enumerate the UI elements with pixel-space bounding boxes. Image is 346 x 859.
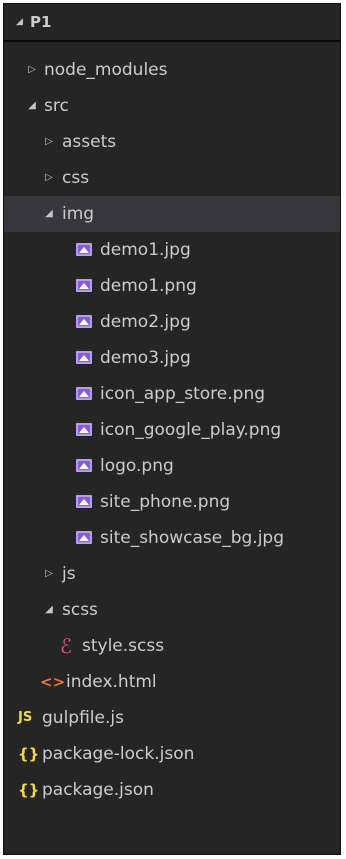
tree-item-demo1-jpg[interactable]: demo1.jpg <box>4 232 340 268</box>
tree-item-site-phone-png[interactable]: site_phone.png <box>4 484 340 520</box>
tree-item-label: node_modules <box>44 60 168 80</box>
tree-item-package-json[interactable]: {} package.json <box>4 772 340 808</box>
tree-item-gulpfile-js[interactable]: JS gulpfile.js <box>4 700 340 736</box>
tree-item-label: demo1.png <box>100 276 197 296</box>
tree-item-demo3-jpg[interactable]: demo3.jpg <box>4 340 340 376</box>
tree-item-label: js <box>62 564 76 584</box>
tree-item-label: css <box>62 168 90 188</box>
tree-item-demo2-jpg[interactable]: demo2.jpg <box>4 304 340 340</box>
tree-item-package-lock-json[interactable]: {} package-lock.json <box>4 736 340 772</box>
tree-item-icon-app-store-png[interactable]: icon_app_store.png <box>4 376 340 412</box>
json-file-icon: {} <box>18 781 40 799</box>
project-header[interactable]: ◢ P1 <box>4 4 340 42</box>
tree-item-label: site_phone.png <box>100 492 231 512</box>
chevron-down-icon: ◢ <box>45 208 53 219</box>
image-file-icon <box>76 243 92 256</box>
tree-item-label: site_showcase_bg.jpg <box>100 528 285 548</box>
tree-item-css[interactable]: ▷ css <box>4 160 340 196</box>
js-file-icon: JS <box>18 710 33 725</box>
chevron-right-icon: ▷ <box>45 172 53 183</box>
tree-item-img[interactable]: ◢ img <box>4 196 340 232</box>
tree-item-label: gulpfile.js <box>42 708 124 728</box>
tree-item-label: style.scss <box>82 636 165 656</box>
tree-item-label: icon_google_play.png <box>100 420 282 440</box>
sass-file-icon: ℰ <box>60 634 73 658</box>
project-title: P1 <box>30 13 52 31</box>
tree-item-label: assets <box>62 132 117 152</box>
tree-item-label: demo1.jpg <box>100 240 191 260</box>
chevron-right-icon: ▷ <box>45 136 53 147</box>
tree-item-label: img <box>62 204 95 224</box>
image-file-icon <box>76 387 92 400</box>
chevron-right-icon: ▷ <box>28 64 36 75</box>
image-file-icon <box>76 459 92 472</box>
image-file-icon <box>76 495 92 508</box>
tree-item-index-html[interactable]: <> index.html <box>4 664 340 700</box>
tree-item-label: scss <box>62 600 98 620</box>
tree-item-label: icon_app_store.png <box>100 384 266 404</box>
image-file-icon <box>76 531 92 544</box>
image-file-icon <box>76 351 92 364</box>
tree-item-site-showcase-bg-jpg[interactable]: site_showcase_bg.jpg <box>4 520 340 556</box>
tree-item-label: src <box>44 96 69 116</box>
html-file-icon: <> <box>40 673 66 691</box>
tree-item-label: package.json <box>42 780 154 800</box>
tree-item-label: demo2.jpg <box>100 312 191 332</box>
file-explorer: ◢ P1 ▷ node_modules ◢ src ▷ assets ▷ css… <box>3 3 341 855</box>
tree-item-icon-google-play-png[interactable]: icon_google_play.png <box>4 412 340 448</box>
chevron-down-icon: ◢ <box>45 604 53 615</box>
image-file-icon <box>76 279 92 292</box>
tree-item-label: logo.png <box>100 456 174 476</box>
tree-item-src[interactable]: ◢ src <box>4 88 340 124</box>
tree-item-label: package-lock.json <box>42 744 195 764</box>
tree-item-js[interactable]: ▷ js <box>4 556 340 592</box>
image-file-icon <box>76 423 92 436</box>
tree-item-demo1-png[interactable]: demo1.png <box>4 268 340 304</box>
chevron-right-icon: ▷ <box>45 568 53 579</box>
chevron-down-icon: ◢ <box>28 100 36 111</box>
tree-item-assets[interactable]: ▷ assets <box>4 124 340 160</box>
tree-item-node-modules[interactable]: ▷ node_modules <box>4 52 340 88</box>
tree-item-logo-png[interactable]: logo.png <box>4 448 340 484</box>
tree-item-style-scss[interactable]: ℰ style.scss <box>4 628 340 664</box>
tree-item-scss[interactable]: ◢ scss <box>4 592 340 628</box>
tree-item-label: demo3.jpg <box>100 348 191 368</box>
image-file-icon <box>76 315 92 328</box>
chevron-down-icon: ◢ <box>16 17 23 27</box>
tree-item-label: index.html <box>66 672 157 692</box>
json-file-icon: {} <box>18 745 40 763</box>
